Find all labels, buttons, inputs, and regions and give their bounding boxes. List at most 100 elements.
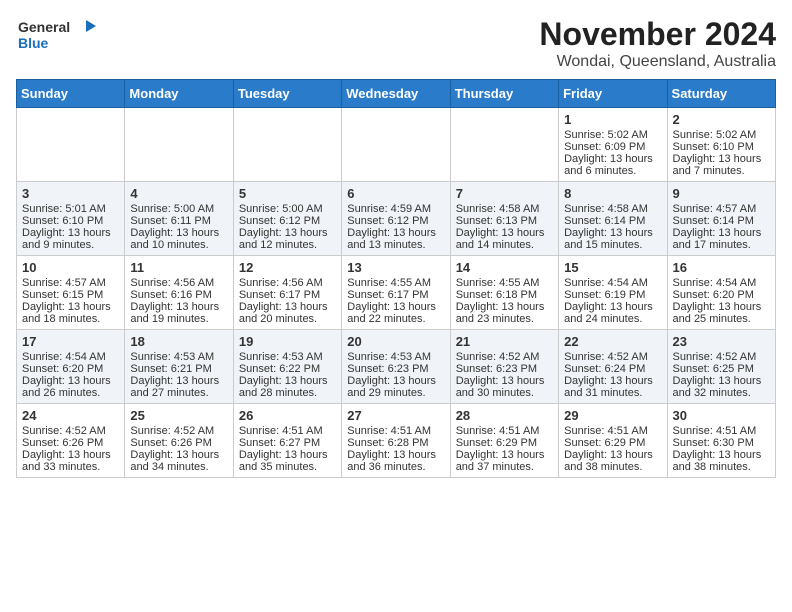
calendar-header-row: Sunday Monday Tuesday Wednesday Thursday… bbox=[17, 80, 776, 108]
sunrise-text: Sunrise: 4:52 AM bbox=[22, 425, 106, 437]
sunset-text: Sunset: 6:27 PM bbox=[239, 437, 320, 449]
sunset-text: Sunset: 6:14 PM bbox=[564, 215, 645, 227]
calendar-cell bbox=[450, 108, 558, 182]
daylight-text: Daylight: 13 hours and 17 minutes. bbox=[673, 227, 762, 251]
sunset-text: Sunset: 6:10 PM bbox=[673, 141, 754, 153]
calendar-cell: 27 Sunrise: 4:51 AM Sunset: 6:28 PM Dayl… bbox=[342, 404, 450, 478]
calendar: Sunday Monday Tuesday Wednesday Thursday… bbox=[16, 79, 776, 478]
daylight-text: Daylight: 13 hours and 37 minutes. bbox=[456, 449, 545, 473]
daylight-text: Daylight: 13 hours and 13 minutes. bbox=[347, 227, 436, 251]
daylight-text: Daylight: 13 hours and 24 minutes. bbox=[564, 301, 653, 325]
sunrise-text: Sunrise: 4:55 AM bbox=[347, 277, 431, 289]
day-number: 20 bbox=[347, 334, 444, 349]
daylight-text: Daylight: 13 hours and 23 minutes. bbox=[456, 301, 545, 325]
daylight-text: Daylight: 13 hours and 34 minutes. bbox=[130, 449, 219, 473]
sunset-text: Sunset: 6:20 PM bbox=[673, 289, 754, 301]
daylight-text: Daylight: 13 hours and 18 minutes. bbox=[22, 301, 111, 325]
daylight-text: Daylight: 13 hours and 19 minutes. bbox=[130, 301, 219, 325]
sunrise-text: Sunrise: 4:56 AM bbox=[239, 277, 323, 289]
day-number: 29 bbox=[564, 408, 661, 423]
calendar-cell: 23 Sunrise: 4:52 AM Sunset: 6:25 PM Dayl… bbox=[667, 330, 775, 404]
daylight-text: Daylight: 13 hours and 38 minutes. bbox=[673, 449, 762, 473]
sunrise-text: Sunrise: 4:51 AM bbox=[347, 425, 431, 437]
day-number: 18 bbox=[130, 334, 227, 349]
calendar-cell: 6 Sunrise: 4:59 AM Sunset: 6:12 PM Dayli… bbox=[342, 182, 450, 256]
day-number: 9 bbox=[673, 186, 770, 201]
daylight-text: Daylight: 13 hours and 22 minutes. bbox=[347, 301, 436, 325]
sunrise-text: Sunrise: 4:54 AM bbox=[673, 277, 757, 289]
calendar-cell: 4 Sunrise: 5:00 AM Sunset: 6:11 PM Dayli… bbox=[125, 182, 233, 256]
sunset-text: Sunset: 6:09 PM bbox=[564, 141, 645, 153]
sunset-text: Sunset: 6:10 PM bbox=[22, 215, 103, 227]
daylight-text: Daylight: 13 hours and 9 minutes. bbox=[22, 227, 111, 251]
sunset-text: Sunset: 6:26 PM bbox=[130, 437, 211, 449]
sunrise-text: Sunrise: 5:02 AM bbox=[673, 129, 757, 141]
sunset-text: Sunset: 6:23 PM bbox=[456, 363, 537, 375]
svg-text:Blue: Blue bbox=[18, 35, 49, 51]
calendar-cell: 5 Sunrise: 5:00 AM Sunset: 6:12 PM Dayli… bbox=[233, 182, 341, 256]
sunset-text: Sunset: 6:17 PM bbox=[347, 289, 428, 301]
day-number: 8 bbox=[564, 186, 661, 201]
day-number: 22 bbox=[564, 334, 661, 349]
calendar-cell: 14 Sunrise: 4:55 AM Sunset: 6:18 PM Dayl… bbox=[450, 256, 558, 330]
daylight-text: Daylight: 13 hours and 35 minutes. bbox=[239, 449, 328, 473]
calendar-week-row: 24 Sunrise: 4:52 AM Sunset: 6:26 PM Dayl… bbox=[17, 404, 776, 478]
sunrise-text: Sunrise: 4:51 AM bbox=[239, 425, 323, 437]
col-monday: Monday bbox=[125, 80, 233, 108]
col-friday: Friday bbox=[559, 80, 667, 108]
day-number: 4 bbox=[130, 186, 227, 201]
sunset-text: Sunset: 6:14 PM bbox=[673, 215, 754, 227]
sunrise-text: Sunrise: 4:51 AM bbox=[564, 425, 648, 437]
day-number: 11 bbox=[130, 260, 227, 275]
month-title: November 2024 bbox=[539, 16, 776, 53]
daylight-text: Daylight: 13 hours and 15 minutes. bbox=[564, 227, 653, 251]
sunset-text: Sunset: 6:12 PM bbox=[347, 215, 428, 227]
day-number: 17 bbox=[22, 334, 119, 349]
sunrise-text: Sunrise: 5:01 AM bbox=[22, 203, 106, 215]
sunset-text: Sunset: 6:18 PM bbox=[456, 289, 537, 301]
sunrise-text: Sunrise: 4:53 AM bbox=[130, 351, 214, 363]
sunset-text: Sunset: 6:30 PM bbox=[673, 437, 754, 449]
calendar-cell: 7 Sunrise: 4:58 AM Sunset: 6:13 PM Dayli… bbox=[450, 182, 558, 256]
sunset-text: Sunset: 6:11 PM bbox=[130, 215, 211, 227]
sunrise-text: Sunrise: 4:51 AM bbox=[673, 425, 757, 437]
logo: General Blue bbox=[16, 16, 96, 56]
calendar-cell: 29 Sunrise: 4:51 AM Sunset: 6:29 PM Dayl… bbox=[559, 404, 667, 478]
sunrise-text: Sunrise: 4:52 AM bbox=[130, 425, 214, 437]
sunrise-text: Sunrise: 4:51 AM bbox=[456, 425, 540, 437]
day-number: 1 bbox=[564, 112, 661, 127]
daylight-text: Daylight: 13 hours and 29 minutes. bbox=[347, 375, 436, 399]
col-saturday: Saturday bbox=[667, 80, 775, 108]
daylight-text: Daylight: 13 hours and 14 minutes. bbox=[456, 227, 545, 251]
col-tuesday: Tuesday bbox=[233, 80, 341, 108]
sunset-text: Sunset: 6:16 PM bbox=[130, 289, 211, 301]
calendar-cell: 13 Sunrise: 4:55 AM Sunset: 6:17 PM Dayl… bbox=[342, 256, 450, 330]
day-number: 7 bbox=[456, 186, 553, 201]
daylight-text: Daylight: 13 hours and 27 minutes. bbox=[130, 375, 219, 399]
sunrise-text: Sunrise: 4:58 AM bbox=[456, 203, 540, 215]
day-number: 30 bbox=[673, 408, 770, 423]
sunset-text: Sunset: 6:29 PM bbox=[564, 437, 645, 449]
location-title: Wondai, Queensland, Australia bbox=[539, 53, 776, 71]
sunrise-text: Sunrise: 4:52 AM bbox=[456, 351, 540, 363]
day-number: 5 bbox=[239, 186, 336, 201]
sunrise-text: Sunrise: 5:00 AM bbox=[130, 203, 214, 215]
day-number: 6 bbox=[347, 186, 444, 201]
calendar-cell: 17 Sunrise: 4:54 AM Sunset: 6:20 PM Dayl… bbox=[17, 330, 125, 404]
day-number: 13 bbox=[347, 260, 444, 275]
sunrise-text: Sunrise: 4:59 AM bbox=[347, 203, 431, 215]
sunrise-text: Sunrise: 4:55 AM bbox=[456, 277, 540, 289]
sunset-text: Sunset: 6:24 PM bbox=[564, 363, 645, 375]
calendar-week-row: 17 Sunrise: 4:54 AM Sunset: 6:20 PM Dayl… bbox=[17, 330, 776, 404]
day-number: 28 bbox=[456, 408, 553, 423]
sunset-text: Sunset: 6:26 PM bbox=[22, 437, 103, 449]
sunrise-text: Sunrise: 4:52 AM bbox=[564, 351, 648, 363]
sunset-text: Sunset: 6:21 PM bbox=[130, 363, 211, 375]
calendar-cell bbox=[233, 108, 341, 182]
calendar-cell: 3 Sunrise: 5:01 AM Sunset: 6:10 PM Dayli… bbox=[17, 182, 125, 256]
sunset-text: Sunset: 6:15 PM bbox=[22, 289, 103, 301]
daylight-text: Daylight: 13 hours and 38 minutes. bbox=[564, 449, 653, 473]
daylight-text: Daylight: 13 hours and 36 minutes. bbox=[347, 449, 436, 473]
sunrise-text: Sunrise: 5:00 AM bbox=[239, 203, 323, 215]
day-number: 12 bbox=[239, 260, 336, 275]
